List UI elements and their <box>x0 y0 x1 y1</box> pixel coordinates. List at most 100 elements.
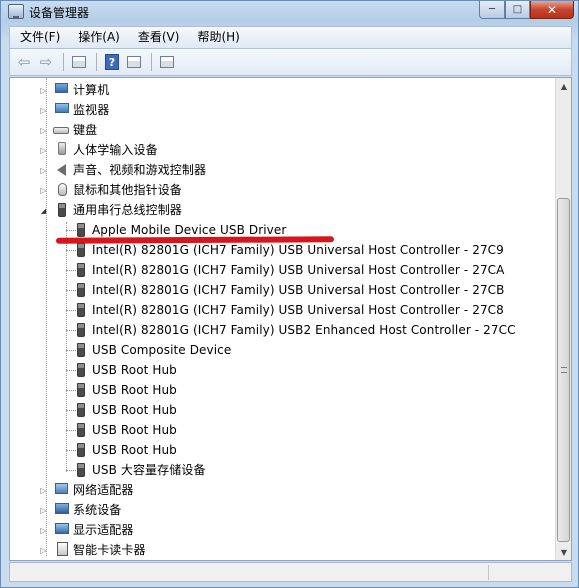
tree-item-usb-device[interactable]: USB Root Hub <box>10 360 557 380</box>
usb-icon <box>77 363 85 377</box>
tree-item-keyboards[interactable]: ▷ 键盘 <box>10 120 557 140</box>
tree-item-label: Intel(R) 82801G (ICH7 Family) USB2 Enhan… <box>92 323 516 337</box>
tree-item-label: Intel(R) 82801G (ICH7 Family) USB Univer… <box>92 263 505 277</box>
tree-item-label: USB Root Hub <box>92 423 177 437</box>
usb-icon <box>58 203 66 217</box>
tree-line <box>66 430 76 431</box>
vertical-scrollbar[interactable]: ▲ ▼ <box>555 78 571 560</box>
expand-arrow-icon[interactable]: ▷ <box>39 526 48 535</box>
usb-icon <box>77 443 85 457</box>
tree-item-display-adapters[interactable]: ▷ 显示适配器 <box>10 520 557 540</box>
tree-item-sound[interactable]: ▷ 声音、视频和游戏控制器 <box>10 160 557 180</box>
tree-item-usb-controllers[interactable]: ◢ 通用串行总线控制器 <box>10 200 557 220</box>
show-hide-console-tree-button[interactable] <box>69 52 89 72</box>
tree-item-smart-card-readers[interactable]: ▷ 智能卡读卡器 <box>10 540 557 560</box>
expand-arrow-icon[interactable]: ▷ <box>39 166 48 175</box>
menu-action[interactable]: 操作(A) <box>68 27 128 48</box>
system-icon <box>55 503 69 514</box>
expand-arrow-icon[interactable]: ▷ <box>39 186 48 195</box>
usb-icon <box>77 403 85 417</box>
expand-arrow-icon[interactable]: ▷ <box>39 506 48 515</box>
back-arrow-icon[interactable]: ⇦ <box>14 52 34 72</box>
tree-item-label: 键盘 <box>73 123 98 137</box>
window-controls: ─ □ ✕ <box>479 1 574 19</box>
mouse-icon <box>58 183 67 196</box>
status-bar <box>9 562 572 582</box>
scan-hardware-button[interactable] <box>157 52 177 72</box>
tree-item-usb-device[interactable]: Intel(R) 82801G (ICH7 Family) USB Univer… <box>10 300 557 320</box>
tree-item-label: Apple Mobile Device USB Driver <box>92 223 287 237</box>
tree-line <box>66 350 76 351</box>
keyboard-icon <box>53 127 69 134</box>
tree-item-network-adapters[interactable]: ▷ 网络适配器 <box>10 480 557 500</box>
tree-item-system-devices[interactable]: ▷ 系统设备 <box>10 500 557 520</box>
tree-item-label: USB 大容量存储设备 <box>92 463 206 477</box>
menu-help[interactable]: 帮助(H) <box>187 27 247 48</box>
tree-item-label: USB Root Hub <box>92 363 177 377</box>
tree-item-label: 鼠标和其他指针设备 <box>73 183 182 197</box>
tree-item-label: Intel(R) 82801G (ICH7 Family) USB Univer… <box>92 283 505 297</box>
network-icon <box>55 483 68 494</box>
tree-item-usb-device[interactable]: Intel(R) 82801G (ICH7 Family) USB2 Enhan… <box>10 320 557 340</box>
tree-item-hid[interactable]: ▷ 人体学输入设备 <box>10 140 557 160</box>
tree-item-usb-device[interactable]: USB Root Hub <box>10 400 557 420</box>
computer-icon <box>55 83 68 93</box>
scan-hardware-icon <box>160 56 174 68</box>
help-button[interactable]: ? <box>102 52 122 72</box>
tree-item-usb-device[interactable]: USB Composite Device <box>10 340 557 360</box>
tree-item-mice[interactable]: ▷ 鼠标和其他指针设备 <box>10 180 557 200</box>
scroll-up-arrow-icon[interactable]: ▲ <box>556 78 571 94</box>
menu-file[interactable]: 文件(F) <box>10 27 68 48</box>
device-tree-pane: ▷ 计算机 ▷ 监视器 ▷ 键盘 ▷ 人体学输入设备 ▷ 声音、视频和游戏控制器… <box>9 77 572 561</box>
tree-item-computer[interactable]: ▷ 计算机 <box>10 80 557 100</box>
usb-icon <box>77 303 85 317</box>
tree-item-label: Intel(R) 82801G (ICH7 Family) USB Univer… <box>92 303 504 317</box>
collapse-arrow-icon[interactable]: ◢ <box>39 206 48 215</box>
device-manager-app-icon <box>8 4 24 19</box>
toolbar-separator <box>96 53 97 71</box>
help-icon: ? <box>105 54 119 70</box>
tree-item-label: 通用串行总线控制器 <box>73 203 182 217</box>
scrollbar-thumb[interactable] <box>557 198 570 542</box>
title-bar[interactable]: 设备管理器 ─ □ ✕ <box>1 1 578 23</box>
usb-icon <box>77 343 85 357</box>
tree-item-label: Intel(R) 82801G (ICH7 Family) USB Univer… <box>92 243 504 257</box>
tree-item-monitors[interactable]: ▷ 监视器 <box>10 100 557 120</box>
status-bar-divider <box>488 565 489 580</box>
maximize-button[interactable]: □ <box>505 1 530 19</box>
expand-arrow-icon[interactable]: ▷ <box>39 126 48 135</box>
tree-item-usb-device[interactable]: Intel(R) 82801G (ICH7 Family) USB Univer… <box>10 260 557 280</box>
expand-arrow-icon[interactable]: ▷ <box>39 546 48 555</box>
menu-view[interactable]: 查看(V) <box>128 27 188 48</box>
tree-line <box>66 290 76 291</box>
toolbar: ⇦ ⇨ ? <box>9 49 572 76</box>
tree-line <box>66 270 76 271</box>
tree-item-label: 显示适配器 <box>73 523 134 537</box>
device-manager-window: 设备管理器 ─ □ ✕ 文件(F) 操作(A) 查看(V) 帮助(H) ⇦ ⇨ … <box>0 0 579 588</box>
tree-item-label: 网络适配器 <box>73 483 134 497</box>
expand-arrow-icon[interactable]: ▷ <box>39 146 48 155</box>
properties-button[interactable] <box>124 52 144 72</box>
console-tree-icon <box>72 56 86 68</box>
minimize-button[interactable]: ─ <box>479 1 505 19</box>
tree-item-label: 系统设备 <box>73 503 122 517</box>
properties-icon <box>127 56 141 68</box>
forward-arrow-icon[interactable]: ⇨ <box>36 52 56 72</box>
tree-item-label: USB Composite Device <box>92 343 232 357</box>
expand-arrow-icon[interactable]: ▷ <box>39 86 48 95</box>
expand-arrow-icon[interactable]: ▷ <box>39 486 48 495</box>
tree-item-usb-device[interactable]: Intel(R) 82801G (ICH7 Family) USB Univer… <box>10 280 557 300</box>
tree-item-usb-mass-storage[interactable]: USB 大容量存储设备 <box>10 460 557 480</box>
tree-item-usb-device[interactable]: USB Root Hub <box>10 420 557 440</box>
tree-item-usb-device[interactable]: USB Root Hub <box>10 380 557 400</box>
tree-item-usb-device[interactable]: USB Root Hub <box>10 440 557 460</box>
expand-arrow-icon[interactable]: ▷ <box>39 106 48 115</box>
tree-line <box>66 250 76 251</box>
close-button[interactable]: ✕ <box>530 1 574 19</box>
scroll-down-arrow-icon[interactable]: ▼ <box>556 544 571 560</box>
display-icon <box>55 523 69 534</box>
usb-icon <box>77 463 85 477</box>
tree-line <box>66 470 76 471</box>
toolbar-separator <box>151 53 152 71</box>
usb-icon <box>77 223 85 237</box>
